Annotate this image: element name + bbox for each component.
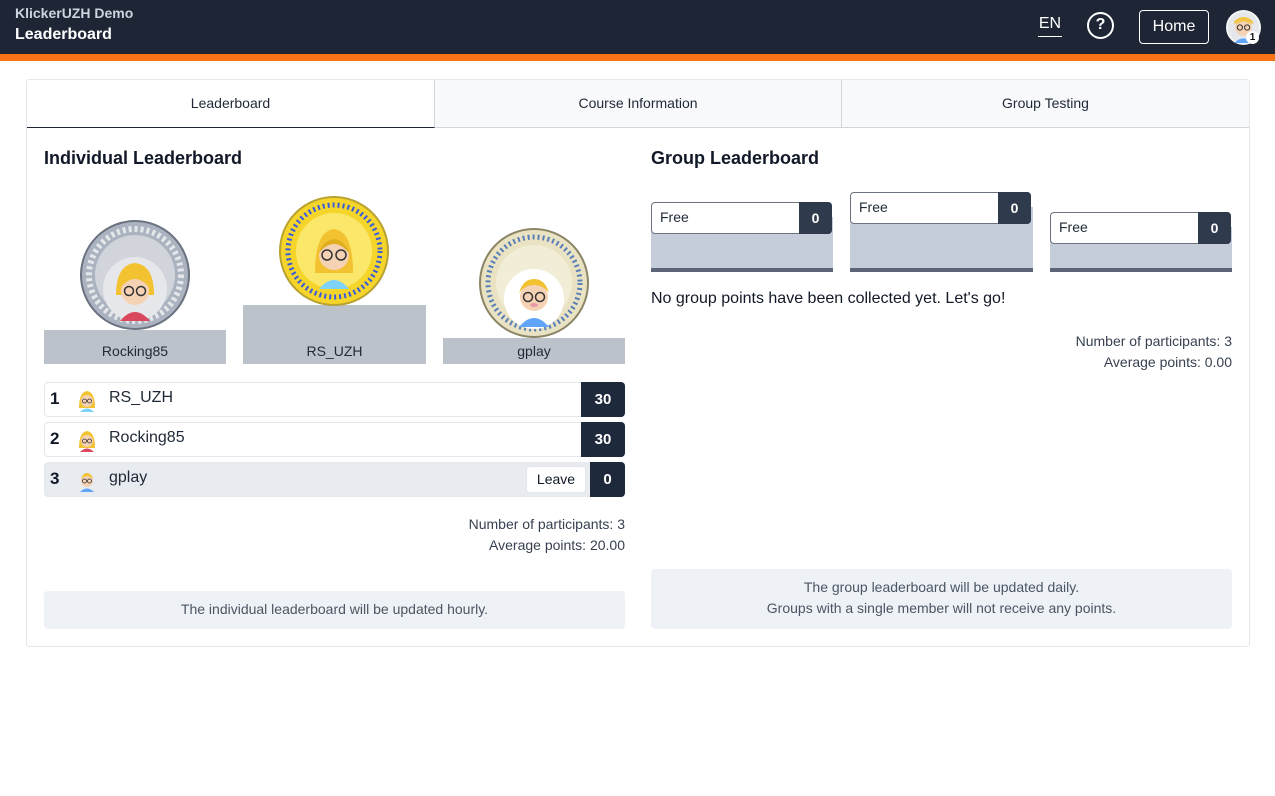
group-points: 0: [799, 202, 832, 234]
bronze-medal-icon: [479, 228, 589, 338]
group-empty-message: No group points have been collected yet.…: [651, 290, 1006, 307]
row-participant-name: Rocking85: [109, 429, 185, 446]
group-average-points: Average points: 0.00: [1103, 354, 1232, 370]
podium-third-name: gplay: [517, 343, 551, 359]
group-points: 0: [1198, 212, 1231, 244]
profile-level-badge: 1: [1246, 31, 1259, 44]
group-participants-count: Number of participants: 3: [1075, 333, 1232, 349]
podium-second-name: Rocking85: [101, 343, 169, 359]
page-title: Leaderboard: [15, 26, 112, 43]
row-rank: 2: [50, 429, 60, 448]
individual-stats: Number of participants: 3 Average points…: [325, 514, 625, 556]
tab-course-information[interactable]: Course Information: [435, 80, 842, 128]
gold-medal-icon: [279, 196, 389, 306]
individual-average-points: Average points: 20.00: [489, 537, 625, 553]
group-info-box: The group leaderboard will be updated da…: [651, 569, 1232, 629]
participant-avatar-icon: [80, 473, 94, 492]
tab-group-testing[interactable]: Group Testing: [842, 80, 1249, 128]
group-card: Free 0: [850, 192, 1031, 224]
podium-first-name: RS_UZH: [306, 343, 363, 359]
individual-leaderboard-title: Individual Leaderboard: [44, 148, 243, 168]
language-selector[interactable]: EN: [1038, 15, 1062, 37]
group-stats: Number of participants: 3 Average points…: [932, 331, 1232, 373]
group-single-member-note: Groups with a single member will not rec…: [766, 600, 1117, 616]
group-points: 0: [998, 192, 1031, 224]
group-leaderboard-title: Group Leaderboard: [651, 148, 820, 168]
leave-button[interactable]: Leave: [526, 466, 586, 493]
silver-medal-icon: [80, 220, 190, 330]
row-participant-name: RS_UZH: [109, 389, 174, 406]
individual-update-note: The individual leaderboard will be updat…: [180, 601, 489, 617]
tab-bar: Leaderboard Course Information Group Tes…: [27, 80, 1249, 128]
app-name: KlickerUZH Demo: [15, 5, 134, 21]
leaderboard-row: 1 RS_UZH 30: [44, 382, 625, 417]
tab-leaderboard[interactable]: Leaderboard: [27, 80, 435, 128]
leaderboard-row-current-user: 3 gplay Leave 0: [44, 462, 625, 497]
help-icon[interactable]: ?: [1087, 12, 1114, 39]
group-name: Free: [1059, 219, 1088, 235]
participant-avatar-icon: [79, 391, 95, 412]
leaderboard-row: 2 Rocking85 30: [44, 422, 625, 457]
participant-avatar-icon: [79, 431, 95, 452]
row-points: 0: [590, 462, 625, 497]
top-bar: KlickerUZH Demo Leaderboard EN ? Home 1: [0, 0, 1275, 54]
header-accent-bar: [0, 54, 1275, 61]
row-points: 30: [581, 422, 625, 457]
individual-info-box: The individual leaderboard will be updat…: [44, 591, 625, 629]
group-name: Free: [660, 209, 689, 225]
row-rank: 3: [50, 469, 60, 488]
group-card: Free 0: [1050, 212, 1231, 244]
individual-participants-count: Number of participants: 3: [468, 516, 625, 532]
row-participant-name: gplay: [109, 469, 148, 486]
group-update-note: The group leaderboard will be updated da…: [803, 579, 1080, 595]
profile-avatar[interactable]: 1: [1226, 10, 1261, 45]
group-card: Free 0: [651, 202, 832, 234]
group-name: Free: [859, 199, 888, 215]
row-points: 30: [581, 382, 625, 417]
home-button[interactable]: Home: [1139, 10, 1209, 44]
row-rank: 1: [50, 389, 60, 408]
